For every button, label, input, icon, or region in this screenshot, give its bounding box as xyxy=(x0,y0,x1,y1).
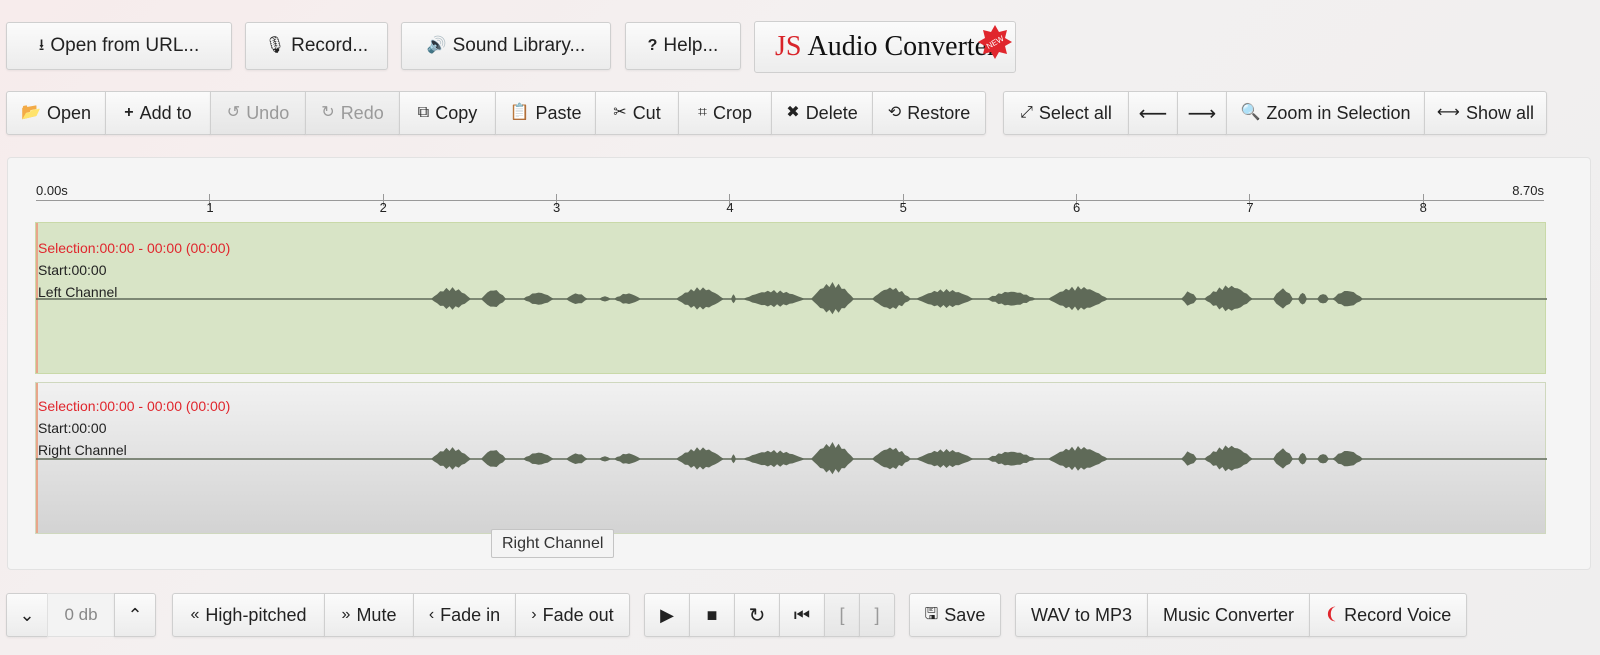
timeline-tick-label: 6 xyxy=(1073,200,1081,215)
redo-button[interactable]: ↻ Redo xyxy=(305,91,400,135)
music-converter-button[interactable]: Music Converter xyxy=(1147,593,1310,637)
zoom-in-selection-button[interactable]: 🔍 Zoom in Selection xyxy=(1226,91,1425,135)
save-icon: 🖫 xyxy=(924,606,939,623)
microphone-icon: 🎙 xyxy=(264,37,286,54)
horizontal-arrows-icon: ⟷ xyxy=(1437,104,1460,121)
timeline-tick-label: 7 xyxy=(1246,200,1254,215)
timeline-ruler: 0.00s 8.70s 1 2 3 4 5 6 7 8 xyxy=(36,182,1544,216)
refresh-icon: ↻ xyxy=(748,604,766,627)
copy-button[interactable]: ⧉ Copy xyxy=(399,91,496,135)
zoom-in-icon: 🔍 xyxy=(1240,104,1261,121)
select-all-button[interactable]: ⤢ Select all xyxy=(1003,91,1129,135)
volume-down-button[interactable]: ⌄ xyxy=(6,593,48,637)
delete-button[interactable]: ✖ Delete xyxy=(771,91,873,135)
paste-button[interactable]: 📋 Paste xyxy=(495,91,596,135)
arrow-left-icon: ⟵ xyxy=(1138,102,1168,125)
paste-icon: 📋 xyxy=(509,104,530,121)
open-from-url-button[interactable]: ⭳ Open from URL... xyxy=(6,22,232,70)
question-icon: ? xyxy=(647,37,658,54)
scissors-icon: ✂ xyxy=(613,104,627,121)
new-badge-icon: NEW xyxy=(978,25,1012,59)
chevron-left-icon: ‹ xyxy=(428,606,435,623)
skip-back-icon: ⏮ xyxy=(793,604,811,625)
volume-up-button[interactable]: ⌃ xyxy=(114,593,156,637)
download-icon: ⭳ xyxy=(38,37,45,54)
mark-end-button[interactable]: ] xyxy=(859,593,895,637)
logo-title-text: Audio Converter xyxy=(807,31,997,62)
copy-icon: ⧉ xyxy=(417,104,430,121)
arrow-left-button[interactable]: ⟵ xyxy=(1128,91,1178,135)
js-audio-converter-logo[interactable]: JS Audio Converter NEW xyxy=(754,21,1016,73)
high-pitched-button[interactable]: «High-pitched xyxy=(172,593,325,637)
plus-icon: + xyxy=(124,104,134,121)
record-voice-icon: ❨ xyxy=(1324,606,1339,623)
right-waveform xyxy=(36,442,1547,475)
add-to-button[interactable]: + Add to xyxy=(105,91,211,135)
history-icon: ⟲ xyxy=(887,104,902,121)
timeline-end-label: 8.70s xyxy=(1512,183,1544,198)
arrow-right-button[interactable]: ⟶ xyxy=(1177,91,1227,135)
restore-button[interactable]: ⟲ Restore xyxy=(872,91,986,135)
chevron-down-icon: ⌄ xyxy=(19,604,35,625)
crop-icon: ⌗ xyxy=(697,104,707,121)
open-button[interactable]: 📂 Open xyxy=(6,91,106,135)
help-button[interactable]: ? Help... xyxy=(625,22,741,70)
save-button[interactable]: 🖫 Save xyxy=(909,593,1001,637)
channel-tooltip: Right Channel xyxy=(491,529,615,558)
timeline-tick-label: 8 xyxy=(1419,200,1427,215)
chevron-up-icon: ⌃ xyxy=(127,604,143,625)
undo-icon: ↺ xyxy=(226,104,241,121)
crop-button[interactable]: ⌗ Crop xyxy=(678,91,772,135)
timeline-tick-label: 2 xyxy=(379,200,387,215)
timeline-tick-label: 5 xyxy=(899,200,907,215)
double-chevron-down-icon: » xyxy=(341,606,351,623)
mute-button[interactable]: » Mute xyxy=(324,593,414,637)
skip-to-start-button[interactable]: ⏮ xyxy=(779,593,825,637)
x-icon: ✖ xyxy=(786,104,800,121)
fade-out-button[interactable]: › Fade out xyxy=(515,593,630,637)
wav-to-mp3-button[interactable]: WAV to MP3 xyxy=(1015,593,1148,637)
timeline-tick-label: 4 xyxy=(726,200,734,215)
stop-button[interactable]: ■ xyxy=(689,593,735,637)
redo-icon: ↻ xyxy=(321,104,335,121)
speaker-icon: 🔊 xyxy=(426,37,447,54)
folder-icon: 📂 xyxy=(21,104,41,121)
right-channel-track[interactable]: Selection:00:00 - 00:00 (00:00) Start:00… xyxy=(35,382,1547,534)
logo-js-text: JS xyxy=(775,31,802,62)
expand-icon: ⤢ xyxy=(1020,104,1033,121)
record-button[interactable]: 🎙 Record... xyxy=(245,22,388,70)
mark-start-button[interactable]: [ xyxy=(824,593,860,637)
loop-button[interactable]: ↻ xyxy=(734,593,780,637)
stop-icon: ■ xyxy=(706,604,718,625)
left-waveform xyxy=(36,282,1547,315)
undo-button[interactable]: ↺ Undo xyxy=(210,91,306,135)
cut-button[interactable]: ✂ Cut xyxy=(595,91,679,135)
chevron-right-icon: › xyxy=(531,606,537,623)
play-icon: ▶ xyxy=(660,604,674,625)
double-chevron-up-icon: « xyxy=(190,606,200,623)
arrow-right-icon: ⟶ xyxy=(1187,102,1217,125)
timeline-start-label: 0.00s xyxy=(36,183,68,198)
timeline-tick-label: 1 xyxy=(206,200,214,215)
record-voice-button[interactable]: ❨ Record Voice xyxy=(1309,593,1467,637)
play-button[interactable]: ▶ xyxy=(644,593,690,637)
fade-in-button[interactable]: ‹ Fade in xyxy=(413,593,516,637)
left-channel-track[interactable]: Selection:00:00 - 00:00 (00:00) Start:00… xyxy=(35,222,1547,374)
volume-readout: 0 db xyxy=(47,593,115,637)
sound-library-button[interactable]: 🔊 Sound Library... xyxy=(401,22,611,70)
timeline-tick-label: 3 xyxy=(553,200,561,215)
show-all-button[interactable]: ⟷ Show all xyxy=(1424,91,1547,135)
